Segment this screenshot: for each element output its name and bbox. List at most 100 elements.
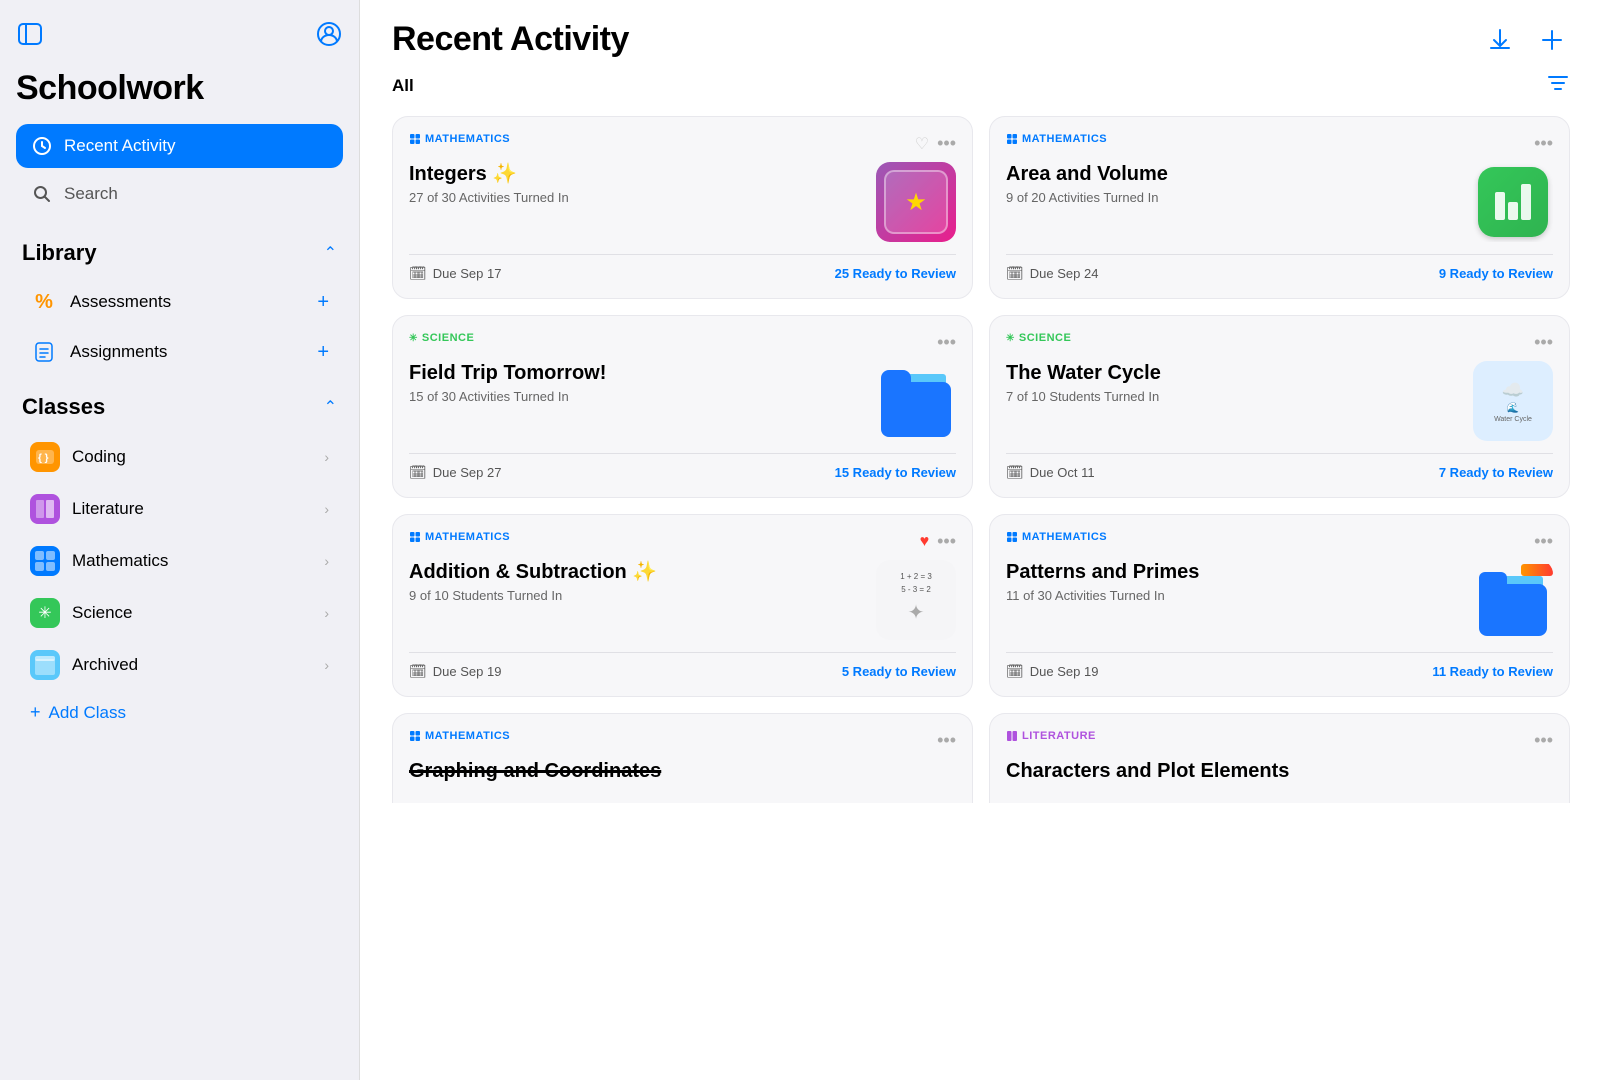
card-addition-subtraction[interactable]: MATHEMATICS ♥ ••• Addition & Subtraction… xyxy=(392,514,973,697)
assessments-label: Assessments xyxy=(70,292,171,312)
coding-chevron-icon: › xyxy=(324,449,329,465)
more-icon-area-volume[interactable]: ••• xyxy=(1534,133,1553,154)
card-thumbnail-field-trip xyxy=(876,361,956,441)
review-count-field-trip[interactable]: 15 Ready to Review xyxy=(835,465,956,480)
more-icon-patterns[interactable]: ••• xyxy=(1534,531,1553,552)
more-icon-water-cycle[interactable]: ••• xyxy=(1534,332,1553,353)
science-label: Science xyxy=(72,603,132,623)
card-thumbnail-patterns xyxy=(1473,560,1553,640)
add-class-label: Add Class xyxy=(49,703,126,723)
literature-icon xyxy=(30,494,60,524)
sidebar-top-bar xyxy=(16,20,343,53)
card-subject-field-trip: ✳ SCIENCE xyxy=(409,332,474,344)
assessments-icon: % xyxy=(30,288,58,316)
card-thumbnail-integers: ★ xyxy=(876,162,956,242)
profile-button[interactable] xyxy=(315,20,343,53)
recent-activity-label: Recent Activity xyxy=(64,136,176,156)
sidebar-item-literature[interactable]: Literature › xyxy=(16,484,343,534)
literature-chevron-icon: › xyxy=(324,501,329,517)
review-count-patterns[interactable]: 11 Ready to Review xyxy=(1432,664,1553,679)
card-title-addition: Addition & Subtraction ✨ xyxy=(409,560,864,584)
more-icon-integers[interactable]: ••• xyxy=(937,133,956,154)
library-section-header[interactable]: Library ⌃ xyxy=(16,232,343,274)
card-subtitle-field-trip: 15 of 30 Activities Turned In xyxy=(409,389,864,404)
review-count-water-cycle[interactable]: 7 Ready to Review xyxy=(1439,465,1553,480)
add-class-plus-icon: + xyxy=(30,702,41,723)
science-chevron-icon: › xyxy=(324,605,329,621)
due-date-field-trip: Due Sep 27 xyxy=(433,465,502,480)
filter-section: All xyxy=(360,59,1602,108)
add-assessment-button[interactable]: + xyxy=(317,291,329,314)
sidebar: Schoolwork Recent Activity Search Librar… xyxy=(0,0,360,1080)
card-title-water-cycle: The Water Cycle xyxy=(1006,361,1461,385)
search-icon xyxy=(30,182,54,206)
due-date-area-volume: Due Sep 24 xyxy=(1030,266,1099,281)
sidebar-item-assignments[interactable]: Assignments + xyxy=(16,328,343,376)
card-subtitle-patterns: 11 of 30 Activities Turned In xyxy=(1006,588,1461,603)
card-graphing[interactable]: MATHEMATICS ••• Graphing and Coordinates xyxy=(392,713,973,803)
card-title-field-trip: Field Trip Tomorrow! xyxy=(409,361,864,385)
card-subject-addition: MATHEMATICS xyxy=(409,531,510,543)
library-chevron-icon: ⌃ xyxy=(324,243,337,263)
classes-section-header[interactable]: Classes ⌃ xyxy=(16,386,343,428)
card-title-graphing: Graphing and Coordinates xyxy=(409,759,956,783)
mathematics-icon xyxy=(30,546,60,576)
card-title-patterns: Patterns and Primes xyxy=(1006,560,1461,584)
calendar-icon-addition: 🗓 xyxy=(409,663,427,680)
due-date-water-cycle: Due Oct 11 xyxy=(1030,465,1095,480)
archived-chevron-icon: › xyxy=(324,657,329,673)
card-subtitle-water-cycle: 7 of 10 Students Turned In xyxy=(1006,389,1461,404)
card-title-area-volume: Area and Volume xyxy=(1006,162,1461,186)
sidebar-item-mathematics[interactable]: Mathematics › xyxy=(16,536,343,586)
assignments-icon xyxy=(30,338,58,366)
more-icon-addition[interactable]: ••• xyxy=(937,531,956,552)
clock-icon xyxy=(30,134,54,158)
card-field-trip[interactable]: ✳ SCIENCE ••• Field Trip Tomorrow! 15 of… xyxy=(392,315,973,498)
card-title-integers: Integers ✨ xyxy=(409,162,864,186)
card-subject-graphing: MATHEMATICS xyxy=(409,730,510,742)
filter-button[interactable] xyxy=(1546,71,1570,100)
science-icon: ✳ xyxy=(30,598,60,628)
card-subtitle-area-volume: 9 of 20 Activities Turned In xyxy=(1006,190,1461,205)
heart-icon-integers[interactable]: ♡ xyxy=(915,134,929,154)
more-icon-characters[interactable]: ••• xyxy=(1534,730,1553,751)
sidebar-item-recent-activity[interactable]: Recent Activity xyxy=(16,124,343,168)
due-date-patterns: Due Sep 19 xyxy=(1030,664,1099,679)
more-icon-field-trip[interactable]: ••• xyxy=(937,332,956,353)
literature-label: Literature xyxy=(72,499,144,519)
sidebar-item-coding[interactable]: { } Coding › xyxy=(16,432,343,482)
main-content: Recent Activity All xyxy=(360,0,1602,1080)
review-count-integers[interactable]: 25 Ready to Review xyxy=(835,266,956,281)
card-thumbnail-addition: 1 + 2 = 3 5 - 3 = 2 ✦ xyxy=(876,560,956,640)
coding-icon: { } xyxy=(30,442,60,472)
calendar-icon-field-trip: 🗓 xyxy=(409,464,427,481)
sidebar-toggle-button[interactable] xyxy=(16,20,44,53)
sidebar-item-assessments[interactable]: % Assessments + xyxy=(16,278,343,326)
more-icon-graphing[interactable]: ••• xyxy=(937,730,956,751)
add-class-button[interactable]: + Add Class xyxy=(16,692,343,733)
sidebar-item-science[interactable]: ✳ Science › xyxy=(16,588,343,638)
add-button[interactable] xyxy=(1534,22,1570,58)
review-count-area-volume[interactable]: 9 Ready to Review xyxy=(1439,266,1553,281)
page-title: Recent Activity xyxy=(392,20,629,59)
cards-grid: MATHEMATICS ♡ ••• Integers ✨ 27 of 30 Ac… xyxy=(360,108,1602,835)
card-water-cycle[interactable]: ✳ SCIENCE ••• The Water Cycle 7 of 10 St… xyxy=(989,315,1570,498)
search-label: Search xyxy=(64,184,118,204)
sidebar-item-archived[interactable]: Archived › xyxy=(16,640,343,690)
card-patterns-primes[interactable]: MATHEMATICS ••• Patterns and Primes 11 o… xyxy=(989,514,1570,697)
heart-icon-addition[interactable]: ♥ xyxy=(920,533,930,551)
archived-label: Archived xyxy=(72,655,138,675)
card-integers[interactable]: MATHEMATICS ♡ ••• Integers ✨ 27 of 30 Ac… xyxy=(392,116,973,299)
calendar-icon-water-cycle: 🗓 xyxy=(1006,464,1024,481)
card-characters-plot[interactable]: LITERATURE ••• Characters and Plot Eleme… xyxy=(989,713,1570,803)
card-subtitle-addition: 9 of 10 Students Turned In xyxy=(409,588,864,603)
card-subtitle-integers: 27 of 30 Activities Turned In xyxy=(409,190,864,205)
download-button[interactable] xyxy=(1482,22,1518,58)
sidebar-item-search[interactable]: Search xyxy=(16,172,343,216)
card-area-volume[interactable]: MATHEMATICS ••• Area and Volume 9 of 20 … xyxy=(989,116,1570,299)
add-assignment-button[interactable]: + xyxy=(317,341,329,364)
classes-chevron-icon: ⌃ xyxy=(324,397,337,417)
card-subject-patterns: MATHEMATICS xyxy=(1006,531,1107,543)
archived-icon xyxy=(30,650,60,680)
review-count-addition[interactable]: 5 Ready to Review xyxy=(842,664,956,679)
